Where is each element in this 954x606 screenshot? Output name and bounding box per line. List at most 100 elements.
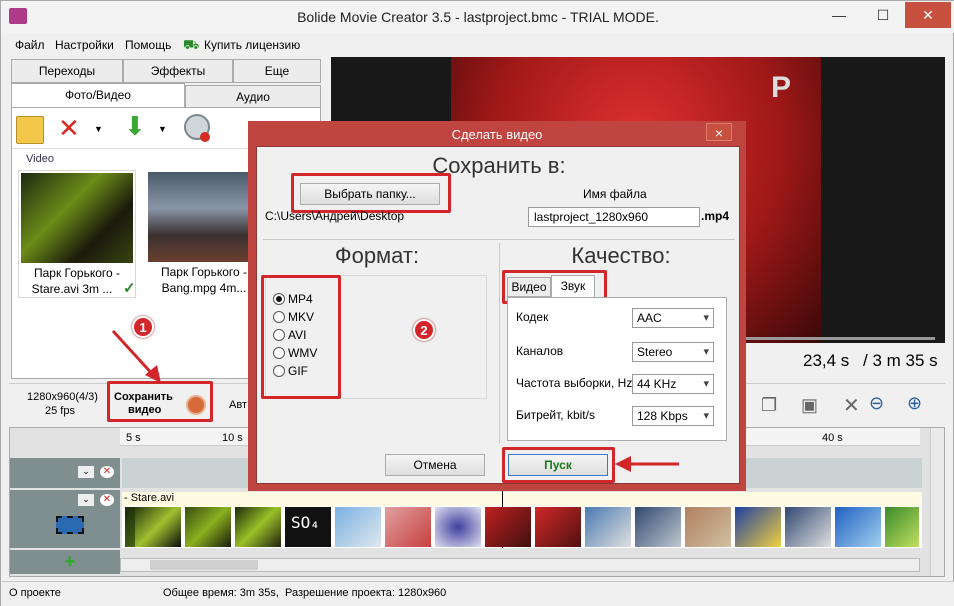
ruler-tick: 40 s: [822, 432, 843, 444]
codec-label: Кодек: [516, 310, 549, 324]
close-window-button[interactable]: ✕: [905, 2, 951, 28]
auto-label: Авт: [229, 399, 247, 411]
clip-frame: [735, 507, 781, 547]
channels-label: Каналов: [516, 344, 564, 358]
annotation-badge-2: 2: [413, 319, 435, 341]
collapse-icon[interactable]: ⌄: [78, 466, 94, 478]
sample-rate-select[interactable]: 44 KHz: [632, 374, 714, 394]
clip-frame: [335, 507, 381, 547]
codec-select[interactable]: AAC: [632, 308, 714, 328]
bitrate-label: Битрейт, kbit/s: [516, 408, 595, 422]
channels-select[interactable]: Stereo: [632, 342, 714, 362]
add-track-icon[interactable]: +: [64, 552, 76, 572]
current-time: 23,4 s: [803, 351, 850, 370]
paste-icon[interactable]: ▣: [801, 395, 818, 416]
cart-icon: ⛟: [183, 37, 200, 52]
highlight-choose-folder: [291, 173, 451, 213]
window-title: Bolide Movie Creator 3.5 - lastproject.b…: [297, 9, 659, 25]
clip-frame: [235, 507, 281, 547]
format-option-mp4[interactable]: MP4: [273, 292, 333, 307]
chevron-down-icon[interactable]: ▼: [158, 124, 167, 134]
vertical-scrollbar[interactable]: [930, 428, 944, 576]
zoom-out-icon[interactable]: ⊖: [869, 393, 884, 414]
format-option-avi[interactable]: AVI: [273, 328, 333, 343]
record-dot-icon: [200, 132, 210, 142]
collapse-icon[interactable]: ⌄: [78, 494, 94, 506]
maximize-button[interactable]: ☐: [861, 2, 905, 28]
format-option-gif[interactable]: GIF: [273, 364, 333, 379]
thumbnail-image: [21, 173, 133, 263]
menu-settings[interactable]: Настройки: [55, 38, 114, 52]
highlight-start-button: [502, 447, 615, 483]
audio-settings-panel: Кодек AAC Каналов Stereo Частота выборки…: [507, 297, 727, 441]
tab-photo-video[interactable]: Фото/Видео: [11, 83, 185, 108]
dialog-close-button[interactable]: ×: [706, 123, 732, 141]
tab-audio[interactable]: Аудио: [185, 85, 321, 109]
clip-frame: [585, 507, 631, 547]
about-project-link[interactable]: О проекте: [9, 587, 61, 599]
annotation-arrow-start: [615, 456, 679, 472]
tab-transitions[interactable]: Переходы: [11, 59, 123, 83]
download-arrow-icon[interactable]: ⬇: [124, 112, 146, 140]
tab-effects[interactable]: Эффекты: [123, 59, 233, 83]
clip-frame: [135, 507, 181, 547]
menu-help[interactable]: Помощь: [125, 38, 171, 52]
dialog-title: Сделать видео: [451, 127, 543, 142]
clip-frame: [485, 507, 531, 547]
item-title: Парк Горького -: [160, 265, 248, 279]
clip-frame: [685, 507, 731, 547]
item-subtitle: Bang.mpg 4m...: [161, 281, 247, 295]
status-bar: О проекте Общее время: 3m 35s, Разрешени…: [1, 581, 954, 606]
remove-track-icon[interactable]: ✕: [100, 466, 114, 478]
menu-file[interactable]: Файл: [15, 38, 45, 52]
remove-track-icon[interactable]: ✕: [100, 494, 114, 506]
title-bar: Bolide Movie Creator 3.5 - lastproject.b…: [1, 1, 954, 33]
minimize-button[interactable]: —: [817, 2, 861, 28]
watermark-icon: P: [771, 71, 792, 104]
clip-frame: [385, 507, 431, 547]
section-label: Video: [26, 153, 54, 165]
clip-frame: [535, 507, 581, 547]
format-heading: Формат:: [334, 243, 420, 268]
bitrate-select[interactable]: 128 Kbps: [632, 406, 714, 426]
delete-icon[interactable]: ✕: [58, 114, 80, 142]
library-item[interactable]: Парк Горького - Stare.avi 3m ... ✓: [18, 170, 136, 298]
format-option-wmv[interactable]: WMV: [273, 346, 333, 361]
checkmark-icon: ✓: [123, 280, 136, 297]
zoom-fit-icon[interactable]: ⊕: [907, 393, 922, 414]
seek-bar[interactable]: [741, 337, 935, 340]
item-title: Парк Горького -: [33, 266, 121, 280]
clip-frame-text: SO₄: [291, 513, 320, 532]
copy-icon[interactable]: ❐: [761, 395, 777, 416]
filename-input[interactable]: lastproject_1280x960: [528, 207, 700, 227]
tab-more[interactable]: Еще: [233, 59, 321, 83]
status-total-time: Общее время: 3m 35s,: [163, 587, 279, 599]
clip-frame: [785, 507, 831, 547]
scrollbar-thumb[interactable]: [150, 560, 258, 570]
clip-header: [122, 492, 922, 506]
library-item[interactable]: Парк Горького - Bang.mpg 4m...: [146, 170, 264, 298]
dialog-body: Сохранить в: Выбрать папку... C:\Users\А…: [256, 146, 740, 484]
video-track-icon: [56, 516, 84, 534]
filename-extension: .mp4: [701, 209, 730, 223]
format-option-mkv[interactable]: MKV: [273, 310, 333, 325]
chevron-down-icon[interactable]: ▼: [94, 124, 103, 134]
delete-icon[interactable]: ✕: [843, 393, 860, 418]
open-folder-icon[interactable]: [16, 116, 44, 144]
project-fps: 25 fps: [45, 405, 75, 417]
divider: [499, 243, 500, 443]
menu-bar: Файл Настройки Помощь ⛟ Купить лицензию: [1, 35, 331, 55]
project-resolution: 1280x960(4/3): [27, 391, 98, 403]
filename-label: Имя файла: [583, 187, 647, 201]
total-time: / 3 m 35 s: [863, 351, 938, 370]
clip-frame: [435, 507, 481, 547]
cancel-button[interactable]: Отмена: [385, 454, 485, 476]
folder-path: C:\Users\Андрей\Desktop: [265, 209, 405, 223]
clip-frame: [635, 507, 681, 547]
menu-buy-license[interactable]: Купить лицензию: [204, 38, 300, 52]
item-subtitle: Stare.avi 3m ...: [31, 282, 113, 296]
save-video-button[interactable]: [107, 381, 213, 422]
ruler-tick: 5 s: [126, 432, 141, 444]
app-window: Bolide Movie Creator 3.5 - lastproject.b…: [0, 0, 954, 606]
annotation-arrow-1: [111, 329, 161, 383]
